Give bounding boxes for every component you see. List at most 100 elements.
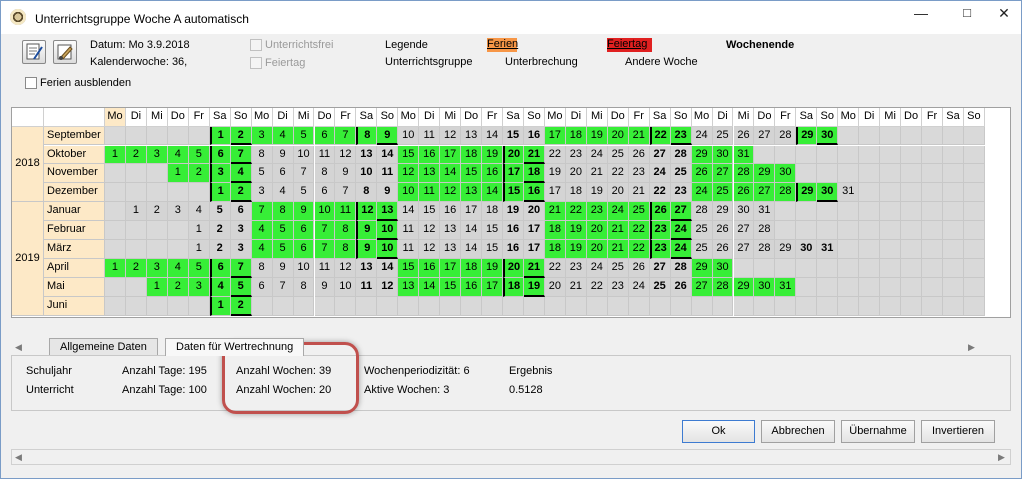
calendar-day-cell[interactable]: 2: [125, 258, 147, 278]
calendar-day-cell[interactable]: 1: [209, 296, 231, 316]
calendar-day-cell[interactable]: 29: [733, 277, 755, 297]
calendar-day-cell[interactable]: 4: [251, 221, 273, 240]
calendar-day-cell[interactable]: 16: [419, 145, 441, 165]
calendar-day-cell[interactable]: 3: [251, 183, 273, 203]
calendar-day-cell[interactable]: 27: [754, 183, 776, 203]
calendar-day-cell[interactable]: 14: [440, 164, 462, 184]
calendar-day-cell[interactable]: 1: [209, 126, 231, 146]
calendar-day-cell[interactable]: 19: [565, 221, 587, 240]
calendar-day-cell[interactable]: 15: [482, 221, 504, 240]
calendar-day-cell[interactable]: 24: [586, 145, 608, 165]
calendar-day-cell[interactable]: 6: [209, 145, 231, 165]
calendar-day-cell[interactable]: 13: [440, 221, 462, 240]
calendar-day-cell[interactable]: 31: [817, 240, 839, 259]
calendar-day-cell[interactable]: 23: [670, 183, 692, 203]
calendar-day-cell[interactable]: 27: [754, 126, 776, 146]
invertieren-button[interactable]: Invertieren: [921, 420, 995, 443]
calendar-day-cell[interactable]: 30: [733, 202, 755, 222]
calendar-day-cell[interactable]: 7: [293, 164, 315, 184]
calendar-day-cell[interactable]: 2: [230, 126, 252, 146]
calendar-day-cell[interactable]: 13: [461, 183, 483, 203]
maximize-icon[interactable]: □: [952, 3, 982, 25]
calendar-day-cell[interactable]: 18: [524, 164, 545, 184]
calendar-day-cell[interactable]: 5: [188, 258, 210, 278]
calendar-day-cell[interactable]: 26: [712, 221, 734, 240]
calendar-day-cell[interactable]: 23: [586, 202, 608, 222]
calendar-day-cell[interactable]: 3: [167, 202, 189, 222]
calendar-day-cell[interactable]: 3: [146, 258, 168, 278]
calendar-day-cell[interactable]: 23: [670, 126, 692, 146]
calendar-day-cell[interactable]: 5: [293, 183, 315, 203]
calendar-day-cell[interactable]: 5: [230, 277, 252, 297]
feiertag-checkbox[interactable]: [250, 57, 262, 69]
calendar-day-cell[interactable]: 6: [251, 277, 273, 297]
calendar-day-cell[interactable]: 12: [377, 277, 399, 297]
calendar-day-cell[interactable]: 25: [670, 164, 692, 184]
calendar-day-cell[interactable]: 17: [440, 258, 462, 278]
calendar-day-cell[interactable]: 16: [440, 202, 462, 222]
calendar-day-cell[interactable]: 30: [712, 258, 734, 278]
calendar-day-cell[interactable]: 13: [356, 145, 378, 165]
calendar-day-cell[interactable]: 14: [398, 202, 420, 222]
calendar-day-cell[interactable]: 10: [377, 240, 399, 259]
calendar-day-cell[interactable]: 15: [419, 202, 441, 222]
close-icon[interactable]: ✕: [989, 3, 1019, 25]
calendar-day-cell[interactable]: 9: [272, 258, 294, 278]
calendar-day-cell[interactable]: 27: [733, 221, 755, 240]
calendar-day-cell[interactable]: 13: [440, 240, 462, 259]
calendar-day-cell[interactable]: 8: [251, 145, 273, 165]
calendar-day-cell[interactable]: 21: [607, 240, 629, 259]
calendar-day-cell[interactable]: 12: [419, 240, 441, 259]
calendar-day-cell[interactable]: 20: [503, 258, 524, 278]
calendar-day-cell[interactable]: 11: [398, 240, 420, 259]
calendar-day-cell[interactable]: 26: [649, 202, 671, 222]
calendar-day-cell[interactable]: 31: [754, 202, 776, 222]
calendar-day-cell[interactable]: 26: [733, 183, 755, 203]
calendar-day-cell[interactable]: 23: [649, 221, 671, 240]
scroll-right-icon[interactable]: ▶: [998, 452, 1005, 463]
calendar-day-cell[interactable]: 29: [775, 240, 797, 259]
calendar-day-cell[interactable]: 3: [146, 145, 168, 165]
calendar-day-cell[interactable]: 29: [691, 258, 713, 278]
calendar-day-cell[interactable]: 17: [544, 126, 566, 146]
calendar-day-cell[interactable]: 1: [188, 221, 210, 240]
calendar-day-cell[interactable]: 28: [712, 277, 734, 297]
scroll-left-icon[interactable]: ◀: [15, 452, 22, 463]
calendar-day-cell[interactable]: 29: [712, 202, 734, 222]
tab-daten-fuer-wertrechnung[interactable]: Daten für Wertrechnung: [165, 338, 305, 356]
calendar-day-cell[interactable]: 27: [670, 202, 692, 222]
calendar-day-cell[interactable]: 29: [754, 164, 776, 184]
calendar-day-cell[interactable]: 21: [565, 277, 587, 297]
brush-tool-icon[interactable]: [53, 40, 77, 64]
calendar-day-cell[interactable]: 10: [356, 164, 378, 184]
calendar-day-cell[interactable]: 25: [712, 183, 734, 203]
calendar-day-cell[interactable]: 8: [335, 221, 357, 240]
calendar-day-cell[interactable]: 5: [251, 164, 273, 184]
calendar-day-cell[interactable]: 30: [775, 164, 797, 184]
calendar-day-cell[interactable]: 16: [503, 221, 524, 240]
calendar-day-cell[interactable]: 5: [188, 145, 210, 165]
calendar-day-cell[interactable]: 8: [272, 202, 294, 222]
calendar-day-cell[interactable]: 18: [461, 145, 483, 165]
calendar-day-cell[interactable]: 17: [524, 240, 545, 259]
tab-scroll-right-icon[interactable]: ▶: [968, 342, 975, 353]
calendar-day-cell[interactable]: 24: [607, 202, 629, 222]
calendar-day-cell[interactable]: 23: [607, 277, 629, 297]
calendar-day-cell[interactable]: 28: [775, 183, 797, 203]
calendar-day-cell[interactable]: 3: [188, 277, 210, 297]
calendar-day-cell[interactable]: 7: [230, 258, 252, 278]
calendar-day-cell[interactable]: 27: [649, 145, 671, 165]
calendar-day-cell[interactable]: 11: [356, 277, 378, 297]
calendar-day-cell[interactable]: 28: [754, 221, 776, 240]
calendar-day-cell[interactable]: 26: [712, 240, 734, 259]
calendar-day-cell[interactable]: 1: [125, 202, 147, 222]
calendar-day-cell[interactable]: 18: [544, 221, 566, 240]
calendar-day-cell[interactable]: 12: [419, 221, 441, 240]
calendar-day-cell[interactable]: 29: [796, 183, 818, 203]
calendar-day-cell[interactable]: 27: [649, 258, 671, 278]
calendar-day-cell[interactable]: 24: [670, 240, 692, 259]
calendar-day-cell[interactable]: 11: [419, 126, 441, 146]
calendar-day-cell[interactable]: 17: [461, 202, 483, 222]
calendar-day-cell[interactable]: 2: [230, 296, 252, 316]
calendar-day-cell[interactable]: 9: [377, 183, 399, 203]
